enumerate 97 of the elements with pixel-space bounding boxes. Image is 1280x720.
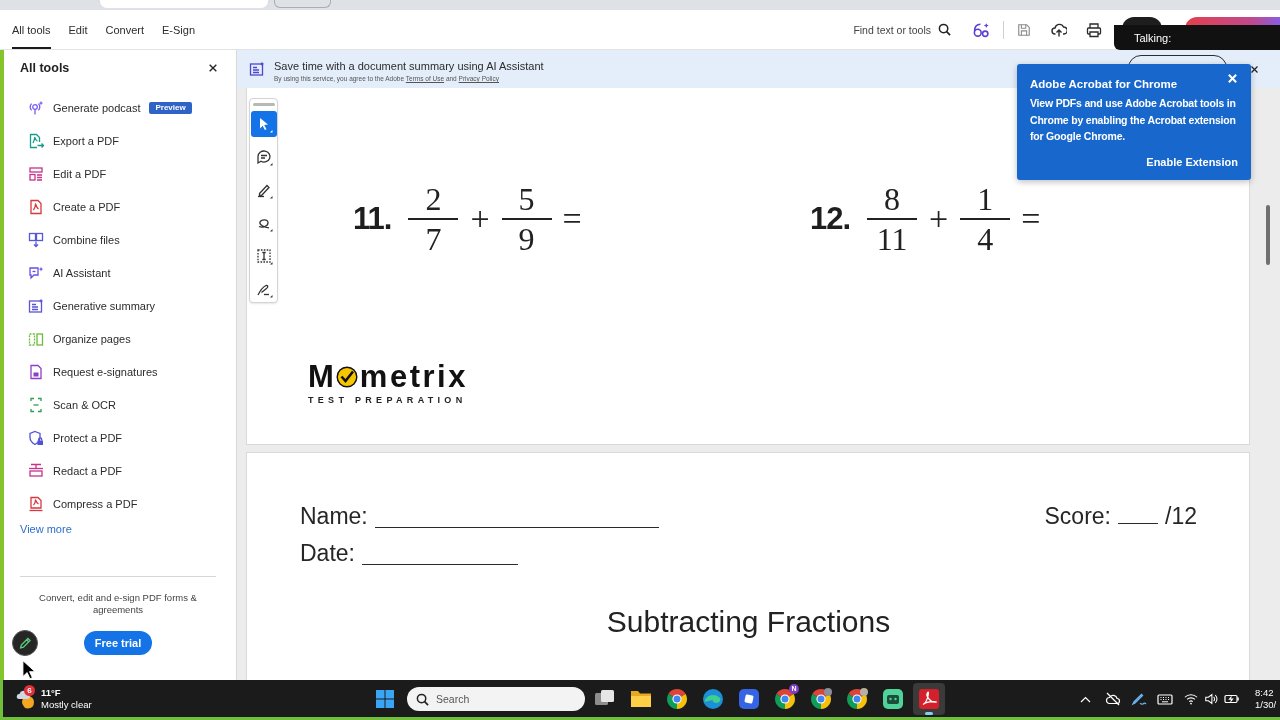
talking-overlay: Talking:: [1114, 25, 1280, 50]
plus-sign: +: [929, 199, 949, 238]
ai-sparkle-icon[interactable]: [973, 21, 990, 38]
notification-badge: 6: [24, 684, 35, 696]
equals-sign: =: [562, 199, 582, 238]
app-icon: [881, 686, 905, 711]
temperature-text: 11°F: [41, 686, 61, 699]
browser-icon: [845, 686, 869, 711]
combine-files-icon: [28, 231, 44, 248]
name-label: Name:: [300, 503, 368, 529]
browser-icon: [773, 686, 797, 711]
problem-number: 12.: [810, 200, 851, 237]
sidebar-item[interactable]: Combine files: [4, 223, 236, 256]
browser-icon: [809, 686, 833, 711]
date-label: Date:: [300, 540, 355, 566]
scrollbar-thumb[interactable]: [1266, 205, 1270, 265]
problem-number: 11.: [353, 200, 392, 237]
banner-message: Save time with a document summary using AI Assistant: [274, 60, 544, 73]
close-icon: [208, 63, 218, 73]
equals-sign: =: [1021, 199, 1041, 238]
preview-badge: Preview: [149, 101, 192, 114]
taskbar-app-button[interactable]: [913, 682, 945, 715]
logo-text: M: [308, 361, 334, 392]
browser-icon: [701, 686, 725, 711]
denominator: 7: [425, 221, 442, 256]
sidebar-item[interactable]: Generative summary: [4, 289, 236, 322]
broadcast-icon: [28, 99, 44, 116]
chat-sparkle-icon: [28, 264, 44, 281]
sidebar-item[interactable]: Edit a PDF: [4, 157, 236, 190]
numerator: 5: [518, 182, 535, 216]
find-button[interactable]: Find text or tools: [853, 23, 951, 36]
pdf-document-icon: [28, 198, 44, 215]
plus-sign: +: [470, 199, 490, 238]
worksheet-title: Subtracting Fractions: [606, 604, 891, 640]
view-more-link[interactable]: View more: [20, 523, 72, 535]
drag-handle[interactable]: [252, 103, 275, 106]
denominator: 11: [876, 221, 908, 256]
save-icon[interactable]: [1017, 22, 1031, 37]
close-icon: [1227, 73, 1238, 84]
scan-icon: [28, 396, 44, 413]
score-label: Score:: [1044, 503, 1111, 529]
browser-icon: [665, 686, 689, 711]
menu-tab[interactable]: Edit: [68, 10, 88, 49]
sidebar-item[interactable]: AI Assistant: [4, 256, 236, 289]
speaker-icon[interactable]: [1204, 690, 1218, 707]
popup-message: View PDFs and use Adobe Acrobat tools in Chrome by enabling the Acrobat extension for Google Chrome.: [1030, 96, 1237, 144]
denominator: 4: [977, 221, 994, 256]
pencil-icon: [18, 636, 32, 650]
document-sparkle-icon: [249, 61, 265, 77]
document-export-icon: [28, 132, 44, 149]
clock-time: 8:42: [1255, 686, 1274, 699]
promo-text: Convert, edit and e-sign PDF forms & agreements: [38, 592, 198, 616]
pdf-app-icon: [917, 686, 941, 711]
check-circle-icon: [335, 365, 358, 388]
print-icon[interactable]: [1086, 21, 1102, 38]
cloud-upload-icon[interactable]: [1051, 21, 1067, 38]
numerator: 2: [425, 182, 442, 216]
cloud-off-icon[interactable]: [1105, 690, 1121, 707]
sidebar-item[interactable]: Redact a PDF: [4, 454, 236, 487]
comment-icon: [254, 148, 273, 166]
menu-tab[interactable]: Convert: [105, 10, 145, 49]
score-total: /12: [1165, 503, 1197, 529]
sidebar-item[interactable]: Scan & OCR: [4, 388, 236, 421]
layout-edit-icon: [28, 165, 44, 182]
close-button[interactable]: [208, 63, 218, 73]
redact-icon: [28, 462, 44, 479]
logo-tagline: TEST PREPARATION: [308, 394, 468, 406]
weather-condition: Mostly clear: [41, 698, 92, 711]
signature-document-icon: [28, 363, 44, 380]
search-icon: [416, 692, 429, 706]
clock-date: 1/30/: [1255, 698, 1277, 711]
enable-extension-button[interactable]: Enable Extension: [1146, 153, 1238, 170]
floating-edit-button[interactable]: [12, 630, 38, 656]
numerator: 1: [977, 182, 994, 216]
free-trial-button[interactable]: Free trial: [84, 631, 152, 655]
denominator: 9: [518, 221, 535, 256]
sidebar-title: All tools: [20, 61, 70, 75]
popup-title: Adobe Acrobat for Chrome: [1030, 77, 1178, 91]
numerator: 8: [884, 182, 901, 216]
sidebar-item[interactable]: Request e-signatures: [4, 355, 236, 388]
sidebar-item[interactable]: Export a PDF: [4, 124, 236, 157]
sidebar-item[interactable]: Generate podcast Preview: [4, 91, 236, 124]
sidebar-item[interactable]: Create a PDF: [4, 190, 236, 223]
text-select-icon: [254, 247, 273, 265]
sidebar-item[interactable]: Protect a PDF: [4, 421, 236, 454]
document-sparkle-icon: [28, 297, 44, 314]
app-icon: [737, 686, 761, 711]
menu-tab[interactable]: E-Sign: [162, 10, 196, 49]
logo-text: metrix: [359, 361, 468, 392]
search-icon: [938, 23, 951, 36]
start-menu-icon[interactable]: [375, 688, 395, 709]
shield-lock-icon: [28, 429, 44, 446]
sidebar-item[interactable]: Organize pages: [4, 322, 236, 355]
compress-icon: [28, 495, 44, 512]
search-field[interactable]: Search: [407, 686, 585, 711]
pages-icon: [28, 330, 44, 347]
sidebar-item[interactable]: Compress a PDF: [4, 487, 236, 520]
